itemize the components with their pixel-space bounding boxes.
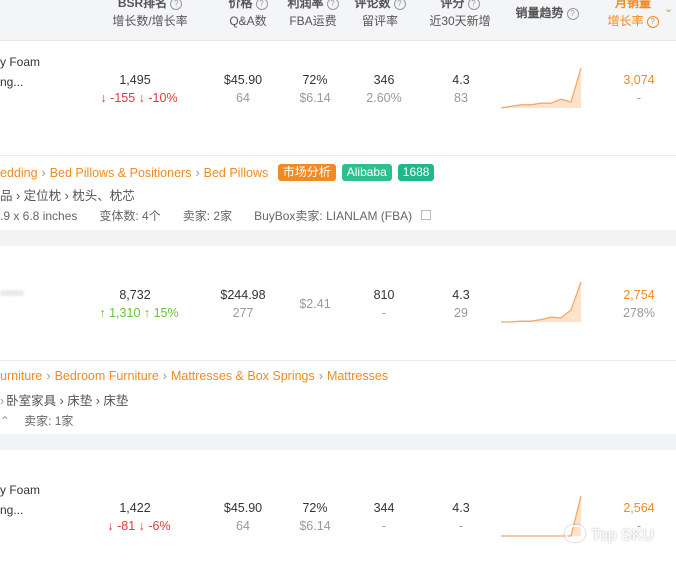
dimensions: .9 x 6.8 inches: [0, 209, 78, 223]
help-icon[interactable]: ?: [393, 0, 406, 10]
profit-margin: 72%: [302, 501, 328, 515]
review-rate: -: [381, 519, 387, 533]
crumb-link[interactable]: Bed Pillows: [204, 166, 269, 180]
growth-rate: -: [636, 91, 642, 105]
alibaba-button[interactable]: Alibaba: [341, 164, 392, 181]
sales-trend-sparkline[interactable]: [500, 280, 584, 324]
review-count: 810: [373, 288, 395, 302]
category-breadcrumb: edding › Bed Pillows & Positioners › Bed Pil…: [0, 164, 435, 181]
bsr-rank: 1,495: [119, 73, 151, 87]
help-icon[interactable]: ?: [566, 7, 579, 20]
col-trend[interactable]: 销量趋势?: [512, 4, 582, 22]
rating: 4.3: [452, 501, 470, 515]
help-icon[interactable]: ?: [467, 0, 480, 10]
qa-count: 64: [236, 519, 250, 533]
monthly-sales: 2,564: [623, 501, 655, 515]
category-breadcrumb-cn: 品 › 定位枕 › 枕头、枕芯: [0, 189, 135, 203]
help-icon[interactable]: ?: [255, 0, 268, 10]
growth-rate: 278%: [623, 306, 655, 320]
product-title[interactable]: y Foam: [0, 52, 40, 72]
rating-new-30d: 83: [454, 91, 468, 105]
price: $244.98: [220, 288, 266, 302]
category-breadcrumb: urniture › Bedroom Furniture › Mattresses & …: [0, 369, 389, 383]
help-icon[interactable]: ?: [646, 15, 659, 28]
crumb-link[interactable]: Bedroom Furniture: [55, 369, 159, 383]
row-gap: [0, 434, 676, 450]
price: $45.90: [223, 73, 263, 87]
rating-new-30d: 29: [454, 306, 468, 320]
rating: 4.3: [452, 288, 470, 302]
1688-button[interactable]: 1688: [397, 164, 435, 181]
watermark: Top SKU: [564, 525, 654, 545]
product-title-cont: ng...: [0, 75, 24, 89]
qa-count: 64: [236, 91, 250, 105]
col-monthly-sales[interactable]: 月销量 增长率?: [600, 0, 666, 30]
product-meta: ⌃ 卖家: 1家: [0, 412, 73, 429]
review-count: 344: [373, 501, 395, 515]
fba-fee: $6.14: [299, 519, 331, 533]
market-analysis-button[interactable]: 市场分析: [277, 164, 336, 181]
buybox-seller: BuyBox卖家: LIANLAM (FBA): [254, 209, 413, 223]
divider: [0, 155, 676, 156]
price: $45.90: [223, 501, 263, 515]
table-header: BSR排名? 增长数/增长率 价格? Q&A数 利润率? FBA运费 评论数? …: [0, 0, 676, 41]
fba-fee: $2.41: [299, 297, 331, 311]
seller-count: 卖家: 2家: [182, 209, 233, 223]
sales-trend-sparkline[interactable]: [500, 66, 584, 110]
col-bsr[interactable]: BSR排名? 增长数/增长率: [110, 0, 190, 30]
chevron-icon: ⌃: [0, 414, 11, 428]
monthly-sales: 3,074: [623, 73, 655, 87]
category-breadcrumb-cn: › 卧室家具 › 床垫 › 床垫: [0, 394, 129, 408]
product-meta: .9 x 6.8 inches 变体数: 4个 卖家: 2家 BuyBox卖家: LI…: [0, 207, 432, 224]
blurred-title: [0, 290, 24, 296]
sparkline-line: [500, 67, 582, 109]
bsr-change: ↓ -155 ↓ -10%: [100, 91, 178, 105]
qa-count: 277: [232, 306, 254, 320]
row-gap: [0, 230, 676, 246]
external-link-icon[interactable]: [421, 210, 432, 220]
rating: 4.3: [452, 73, 470, 87]
profit-margin: 72%: [302, 73, 328, 87]
col-margin[interactable]: 利润率? FBA运费: [283, 0, 343, 30]
bsr-change: ↓ -81 ↓ -6%: [107, 519, 171, 533]
review-rate: 2.60%: [366, 91, 402, 105]
bsr-change: ↑ 1,310 ↑ 15%: [99, 306, 179, 320]
help-icon[interactable]: ?: [326, 0, 339, 10]
product-title[interactable]: y Foam: [0, 480, 40, 500]
rating-new-30d: -: [458, 519, 464, 533]
col-rating[interactable]: 评分? 近30天新增: [425, 0, 495, 30]
monthly-sales: 2,754: [623, 288, 655, 302]
fba-fee: $6.14: [299, 91, 331, 105]
crumb-link[interactable]: edding: [0, 166, 38, 180]
seller-count: 卖家: 1家: [24, 414, 74, 428]
bsr-rank: 1,422: [119, 501, 151, 515]
product-title-cont: ng...: [0, 503, 24, 517]
crumb-link[interactable]: Bed Pillows & Positioners: [50, 166, 192, 180]
col-reviews[interactable]: 评论数? 留评率: [350, 0, 410, 30]
bsr-rank: 8,732: [119, 288, 151, 302]
crumb-link[interactable]: Mattresses & Box Springs: [171, 369, 315, 383]
crumb-link[interactable]: Mattresses: [327, 369, 388, 383]
wechat-icon: [564, 525, 585, 542]
sort-chevron-icon[interactable]: ⌄: [664, 2, 673, 15]
review-rate: -: [381, 306, 387, 320]
crumb-link[interactable]: urniture: [0, 369, 42, 383]
review-count: 346: [373, 73, 395, 87]
col-price[interactable]: 价格? Q&A数: [218, 0, 278, 30]
sparkline-area: [501, 282, 581, 322]
variant-count: 变体数: 4个: [99, 209, 161, 223]
help-icon[interactable]: ?: [170, 0, 183, 10]
divider: [0, 360, 676, 361]
